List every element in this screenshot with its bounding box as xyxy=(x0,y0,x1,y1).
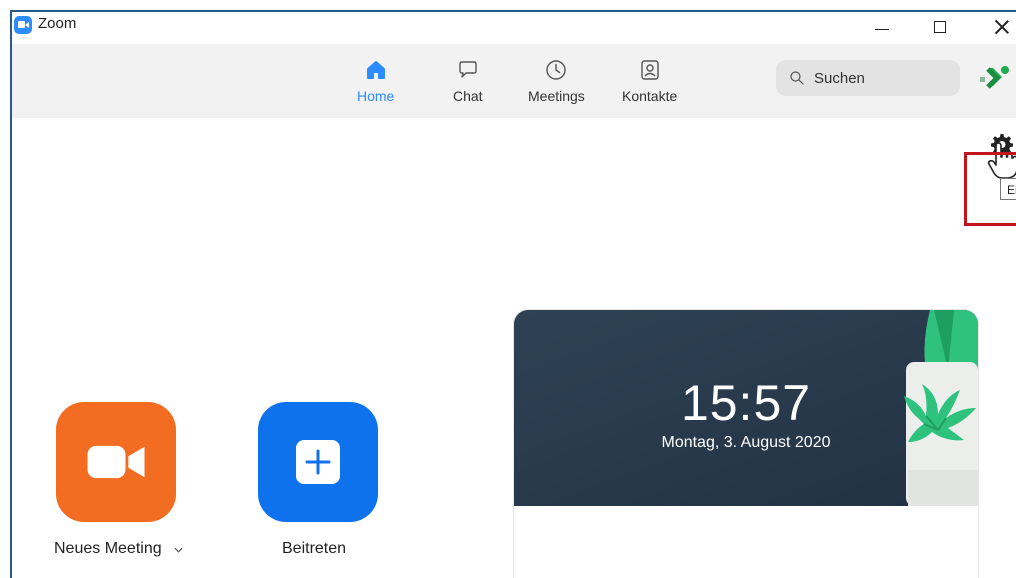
plant-illustration xyxy=(904,310,978,506)
window-title: Zoom xyxy=(38,15,77,32)
maximize-icon xyxy=(934,21,946,33)
tab-chat-label: Chat xyxy=(453,88,483,104)
search-icon xyxy=(790,71,804,85)
new-meeting-button[interactable]: Neues Meeting xyxy=(54,402,183,557)
tab-contacts[interactable]: Kontakte xyxy=(622,58,677,108)
plus-icon xyxy=(296,440,340,484)
minimize-icon xyxy=(875,28,889,30)
contact-icon xyxy=(640,60,659,80)
profile-avatar-icon[interactable] xyxy=(978,60,1012,96)
top-navigation: Home Chat Meetings Kontakte Suchen xyxy=(12,44,1016,118)
tab-meetings[interactable]: Meetings xyxy=(528,58,585,108)
tab-chat[interactable]: Chat xyxy=(453,58,483,108)
chevron-down-icon[interactable] xyxy=(174,540,183,558)
video-camera-icon xyxy=(87,445,145,479)
home-icon xyxy=(366,61,385,79)
close-button[interactable] xyxy=(982,12,1016,42)
zoom-window: Zoom Home Chat Meetings Kontakte Suchen … xyxy=(10,10,1016,578)
maximize-button[interactable] xyxy=(920,12,960,42)
tab-home[interactable]: Home xyxy=(357,58,394,108)
zoom-logo-icon xyxy=(14,16,32,34)
close-icon xyxy=(995,20,1009,34)
clock-card: 15:57 Montag, 3. August 2020 xyxy=(514,310,978,578)
new-meeting-tile[interactable] xyxy=(56,402,176,522)
tab-meetings-label: Meetings xyxy=(528,88,585,104)
join-label: Beitreten xyxy=(282,540,347,557)
tab-home-label: Home xyxy=(357,88,395,104)
minimize-button[interactable] xyxy=(862,12,902,42)
tab-contacts-label: Kontakte xyxy=(622,88,678,104)
search-placeholder: Suchen xyxy=(814,69,865,87)
new-meeting-label: Neues Meeting xyxy=(54,540,183,558)
highlight-box xyxy=(964,152,1016,226)
join-button[interactable]: Beitreten xyxy=(258,402,378,557)
title-bar: Zoom xyxy=(12,12,1016,44)
join-tile[interactable] xyxy=(258,402,378,522)
search-input[interactable]: Suchen xyxy=(776,60,960,96)
clock-icon xyxy=(546,60,567,80)
clock-banner: 15:57 Montag, 3. August 2020 xyxy=(514,310,978,506)
chat-icon xyxy=(459,61,477,78)
